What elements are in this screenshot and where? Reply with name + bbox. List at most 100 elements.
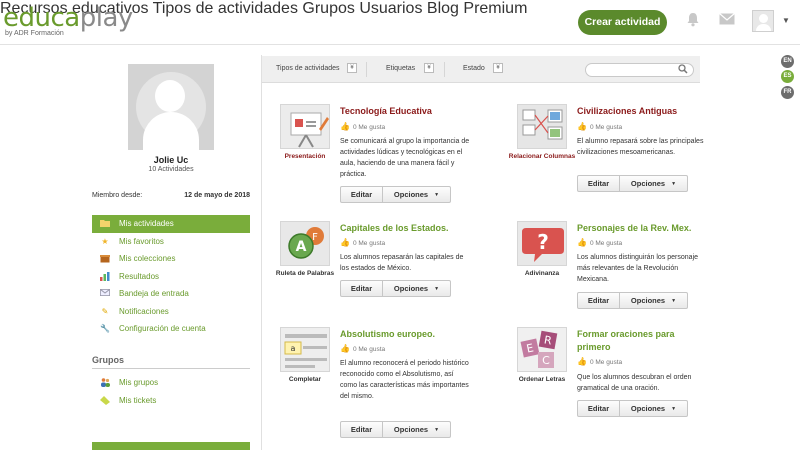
thumbs-up-icon[interactable]: 👍 — [577, 238, 587, 247]
chevron-down-icon[interactable]: ¥ — [493, 63, 503, 73]
activity-card: a Completar Absolutismo europeo. 👍 0 Me g… — [280, 327, 480, 438]
activity-description: Se comunicará al grupo la importancia de… — [340, 138, 470, 178]
menu-item-bandeja-de-entrada[interactable]: Bandeja de entrada — [92, 285, 250, 303]
menu-item-mis-colecciones[interactable]: Mis colecciones — [92, 250, 250, 268]
svg-text:A: A — [296, 239, 307, 255]
menu-item-label: Mis actividades — [119, 219, 174, 228]
word-wheel-thumbnail[interactable]: FA — [280, 221, 330, 266]
nav-premium[interactable]: Premium — [463, 0, 527, 17]
language-es[interactable]: ES — [781, 70, 794, 83]
order-letters-thumbnail[interactable]: ERC — [517, 327, 567, 372]
options-button[interactable]: Opciones ▼ — [383, 186, 451, 203]
menu-item-configuracion-de-cuenta[interactable]: 🔧 Configuración de cuenta — [92, 320, 250, 338]
folder-icon — [100, 219, 110, 228]
thumbs-up-icon[interactable]: 👍 — [340, 344, 350, 353]
menu-item-mis-grupos[interactable]: Mis grupos — [92, 374, 250, 392]
menu-item-mis-favoritos[interactable]: ★ Mis favoritos — [92, 233, 250, 251]
activity-title[interactable]: Capitales de los Estados. — [340, 222, 490, 235]
filter-estado[interactable]: Estado — [463, 65, 485, 72]
match-columns-thumbnail[interactable] — [517, 104, 567, 149]
caret-down-icon: ▼ — [671, 406, 677, 412]
edit-button[interactable]: Editar — [577, 175, 620, 192]
thumbs-up-icon[interactable]: 👍 — [577, 122, 587, 131]
nav-usuarios[interactable]: Usuarios — [359, 0, 422, 17]
member-since-label: Miembro desde: — [92, 192, 143, 199]
filter-etiquetas[interactable]: Etiquetas — [386, 65, 415, 72]
presentation-thumbnail[interactable] — [280, 104, 330, 149]
activity-title[interactable]: Personajes de la Rev. Mex. — [577, 222, 727, 235]
edit-button[interactable]: Editar — [340, 186, 383, 203]
pencil-icon: ✎ — [101, 306, 109, 316]
likes-count: 👍 0 Me gusta — [340, 122, 386, 131]
riddle-thumbnail[interactable]: ? — [517, 221, 567, 266]
user-avatar[interactable] — [752, 10, 774, 32]
educaplay-logo[interactable]: educaplay by ADR Formación — [3, 3, 134, 37]
language-fr[interactable]: FR — [781, 86, 794, 99]
menu-item-resultados[interactable]: Resultados — [92, 268, 250, 286]
activity-description: Los alumnos repasarán las capitales de l… — [340, 254, 464, 272]
logo-text-educa: educa — [3, 3, 80, 33]
edit-button[interactable]: Editar — [577, 292, 620, 309]
edit-button[interactable]: Editar — [340, 421, 383, 438]
activity-description: El alumno reconocerá el periodo históric… — [340, 360, 469, 400]
likes-count: 👍 0 Me gusta — [340, 344, 386, 353]
activity-title[interactable]: Formar oraciones para primero — [577, 328, 687, 354]
menu-item-mis-actividades[interactable]: Mis actividades — [92, 215, 250, 233]
activity-title[interactable]: Tecnología Educativa — [340, 105, 490, 118]
chart-icon — [100, 271, 110, 281]
fill-in-thumbnail[interactable]: a — [280, 327, 330, 372]
edit-button[interactable]: Editar — [340, 280, 383, 297]
logo-text-play: play — [79, 3, 134, 33]
svg-text:F: F — [312, 232, 318, 243]
svg-text:C: C — [542, 354, 550, 367]
bell-icon[interactable] — [684, 12, 702, 30]
svg-text:a: a — [291, 344, 296, 353]
menu-item-label: Notificaciones — [119, 306, 169, 316]
menu-item-label: Configuración de cuenta — [119, 324, 206, 333]
options-button[interactable]: Opciones ▼ — [620, 400, 688, 417]
activity-title[interactable]: Absolutismo europeo. — [340, 328, 490, 341]
nav-grupos[interactable]: Grupos — [302, 0, 354, 17]
envelope-icon — [99, 288, 111, 298]
nav-blog[interactable]: Blog — [427, 0, 459, 17]
activity-description: El alumno repasará sobre las principales… — [577, 138, 704, 156]
envelope-icon[interactable] — [718, 12, 736, 30]
activity-title[interactable]: Civilizaciones Antiguas — [577, 105, 727, 118]
nav-tipos-de-actividades[interactable]: Tipos de actividades — [153, 0, 298, 17]
activity-card: FA Ruleta de Palabras Capitales de los E… — [276, 221, 480, 331]
search-input[interactable] — [585, 63, 694, 77]
wrench-icon: 🔧 — [100, 324, 110, 333]
sidebar-bottom-button[interactable] — [92, 442, 250, 450]
ticket-icon — [100, 395, 110, 405]
chevron-down-icon[interactable]: ¥ — [347, 63, 357, 73]
profile-picture — [128, 64, 214, 150]
menu-item-notificaciones[interactable]: ✎ Notificaciones — [92, 303, 250, 321]
search-icon[interactable] — [678, 64, 688, 76]
activity-type-label: Completar — [288, 376, 322, 383]
menu-item-mis-tickets[interactable]: Mis tickets — [92, 392, 250, 410]
likes-count: 👍 0 Me gusta — [340, 238, 386, 247]
menu-item-label: Mis favoritos — [119, 236, 164, 246]
options-button[interactable]: Opciones ▼ — [620, 175, 688, 192]
likes-count: 👍 0 Me gusta — [577, 122, 623, 131]
filter-tipos-de-actividades[interactable]: Tipos de actividades — [276, 65, 340, 72]
activity-description: Los alumnos distinguirán los personaje m… — [577, 254, 699, 283]
caret-down-icon: ▼ — [434, 192, 440, 198]
thumbs-up-icon[interactable]: 👍 — [340, 238, 350, 247]
thumbs-up-icon[interactable]: 👍 — [577, 357, 587, 366]
caret-down-icon: ▼ — [434, 286, 440, 292]
options-button[interactable]: Opciones ▼ — [383, 280, 451, 297]
thumbs-up-icon[interactable]: 👍 — [340, 122, 350, 131]
edit-button[interactable]: Editar — [577, 400, 620, 417]
likes-count: 👍 0 Me gusta — [577, 357, 623, 366]
activity-type-label: Ruleta de Palabras — [275, 270, 335, 277]
options-button[interactable]: Opciones ▼ — [620, 292, 688, 309]
create-activity-button[interactable]: Crear actividad — [578, 10, 667, 35]
options-button[interactable]: Opciones ▼ — [383, 421, 451, 438]
chevron-down-icon[interactable]: ▼ — [777, 12, 795, 30]
star-icon: ★ — [101, 236, 109, 246]
menu-item-label: Bandeja de entrada — [119, 289, 189, 298]
language-en[interactable]: EN — [781, 55, 794, 68]
chevron-down-icon[interactable]: ¥ — [424, 63, 434, 73]
groups-divider — [92, 368, 250, 369]
